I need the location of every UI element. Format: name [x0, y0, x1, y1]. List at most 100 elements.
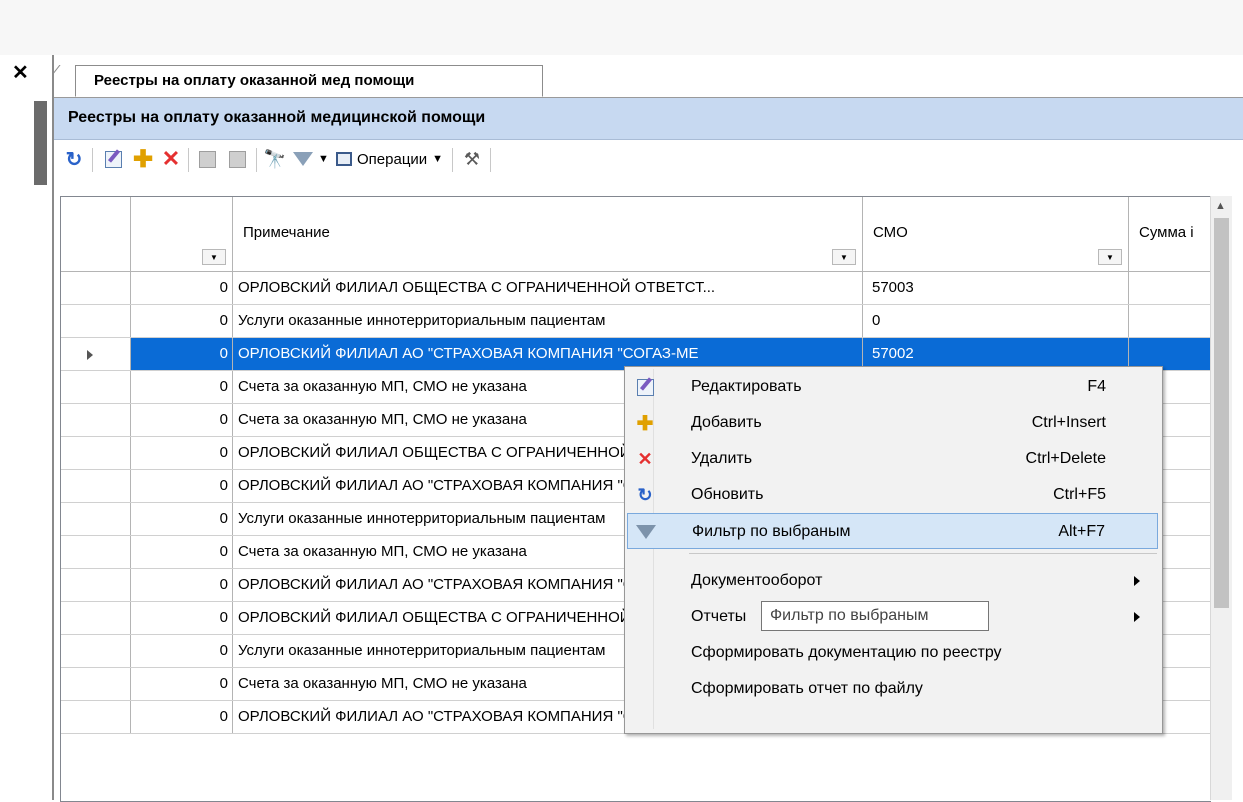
cell-number[interactable]: 0	[131, 437, 233, 469]
row-indicator[interactable]	[61, 272, 131, 304]
menu-item-shortcut: F4	[1087, 378, 1106, 395]
row-indicator[interactable]	[61, 470, 131, 502]
row-indicator[interactable]	[61, 305, 131, 337]
row-indicator[interactable]	[61, 503, 131, 535]
add-icon[interactable]: ✚	[132, 146, 154, 173]
menu-item-filter-selected[interactable]: Фильтр по выбраным Alt+F7	[627, 513, 1158, 549]
column-header-number[interactable]: ▼	[131, 197, 233, 271]
cell-number[interactable]: 0	[131, 305, 233, 337]
operations-label: Операции	[357, 150, 428, 168]
submenu-arrow-icon	[1134, 576, 1140, 586]
tab-edge	[54, 65, 78, 97]
column-header-label: Сумма і	[1139, 224, 1194, 241]
refresh-icon[interactable]: ↻	[64, 148, 84, 171]
row-indicator[interactable]	[61, 602, 131, 634]
column-filter-dropdown[interactable]: ▼	[832, 249, 856, 265]
menu-item-refresh[interactable]: ↻ Обновить Ctrl+F5	[627, 477, 1158, 513]
row-indicator[interactable]	[61, 371, 131, 403]
column-filter-dropdown[interactable]: ▼	[1098, 249, 1122, 265]
scrollbar-thumb[interactable]	[1214, 218, 1229, 608]
close-icon[interactable]: ✕	[12, 63, 29, 83]
row-indicator[interactable]	[61, 437, 131, 469]
left-dock-strip: ✕	[0, 55, 47, 800]
cell-note[interactable]: Услуги оказанные иннотерриториальным пац…	[233, 305, 863, 337]
dock-splitter[interactable]	[34, 101, 47, 185]
cell-number[interactable]: 0	[131, 635, 233, 667]
edit-icon[interactable]	[102, 148, 124, 170]
column-header-note[interactable]: Примечание ▼	[233, 197, 863, 271]
menu-item-generate-documentation[interactable]: Сформировать документацию по реестру	[627, 635, 1158, 671]
menu-item-generate-file-report[interactable]: Сформировать отчет по файлу	[627, 671, 1158, 707]
menu-item-shortcut: Ctrl+Insert	[1031, 414, 1106, 431]
column-header-indicator	[61, 197, 131, 271]
menu-item-delete[interactable]: ✕ Удалить Ctrl+Delete	[627, 441, 1158, 477]
cell-number[interactable]: 0	[131, 272, 233, 304]
menu-item-label: Добавить	[691, 414, 762, 431]
cell-number[interactable]: 0	[131, 338, 233, 370]
grid-header: ▼ Примечание ▼ СМО ▼ Сумма і	[61, 197, 1211, 272]
cell-sum[interactable]	[1129, 305, 1211, 337]
row-indicator[interactable]	[61, 338, 131, 370]
tab-label: Реестры на оплату оказанной мед помощи	[94, 72, 415, 89]
menu-item-edit[interactable]: Редактировать F4	[627, 369, 1158, 405]
cell-number[interactable]: 0	[131, 503, 233, 535]
row-indicator[interactable]	[61, 404, 131, 436]
row-indicator[interactable]	[61, 536, 131, 568]
menu-item-shortcut: Ctrl+Delete	[1025, 450, 1106, 467]
row-indicator[interactable]	[61, 569, 131, 601]
cell-number[interactable]: 0	[131, 536, 233, 568]
cell-sum[interactable]	[1129, 272, 1211, 304]
menu-item-label: Удалить	[691, 450, 753, 467]
column-header-sum[interactable]: Сумма і	[1129, 197, 1211, 271]
cell-number[interactable]: 0	[131, 569, 233, 601]
row-indicator[interactable]	[61, 668, 131, 700]
submenu-arrow-icon	[1134, 612, 1140, 622]
cell-number[interactable]: 0	[131, 602, 233, 634]
operations-dropdown-button[interactable]: Операции ▼	[336, 148, 446, 170]
find-icon[interactable]: 🔭	[264, 148, 286, 170]
menu-item-add[interactable]: ✚ Добавить Ctrl+Insert	[627, 405, 1158, 441]
tab-strip: Реестры на оплату оказанной мед помощи	[54, 55, 1243, 98]
add-icon: ✚	[636, 412, 654, 435]
menu-separator	[689, 553, 1157, 554]
tab-registries[interactable]: Реестры на оплату оказанной мед помощи	[75, 65, 543, 97]
cell-note[interactable]: ОРЛОВСКИЙ ФИЛИАЛ ОБЩЕСТВА С ОГРАНИЧЕННОЙ…	[233, 272, 863, 304]
edit-icon	[635, 377, 655, 397]
cell-number[interactable]: 0	[131, 371, 233, 403]
cell-smo[interactable]: 57003	[863, 272, 1129, 304]
cell-number[interactable]: 0	[131, 470, 233, 502]
delete-icon: ✕	[637, 448, 653, 469]
menu-item-shortcut: Ctrl+F5	[1053, 486, 1106, 503]
column-header-label: СМО	[873, 224, 908, 241]
toolbar-separator	[256, 148, 257, 172]
cell-number[interactable]: 0	[131, 668, 233, 700]
scroll-up-icon[interactable]: ▲	[1215, 200, 1226, 212]
filter-icon	[293, 152, 314, 166]
page-title: Реестры на оплату оказанной медицинской …	[68, 109, 486, 126]
filter-dropdown-button[interactable]: ▼	[292, 148, 330, 170]
row-indicator[interactable]	[61, 635, 131, 667]
tools-icon[interactable]: ⚒	[460, 148, 484, 170]
table-row[interactable]: 0 ОРЛОВСКИЙ ФИЛИАЛ ОБЩЕСТВА С ОГРАНИЧЕННО…	[61, 272, 1211, 305]
menu-item-label: Редактировать	[691, 378, 802, 395]
menu-item-document-flow[interactable]: Документооборот	[627, 563, 1158, 599]
toolbar-separator	[92, 148, 93, 172]
top-blank-area	[0, 0, 1243, 55]
cell-number[interactable]: 0	[131, 701, 233, 733]
table-row[interactable]: 0 Услуги оказанные иннотерриториальным па…	[61, 305, 1211, 338]
row-indicator[interactable]	[61, 701, 131, 733]
column-filter-dropdown[interactable]: ▼	[202, 249, 226, 265]
menu-item-label: Фильтр по выбраным	[692, 523, 851, 540]
save-all-icon[interactable]	[226, 148, 248, 170]
vertical-scrollbar[interactable]: ▲	[1210, 196, 1232, 800]
delete-icon[interactable]: ✕	[160, 146, 182, 171]
refresh-icon: ↻	[637, 484, 653, 505]
save-icon[interactable]	[196, 148, 218, 170]
operations-icon	[336, 152, 352, 166]
cell-number[interactable]: 0	[131, 404, 233, 436]
toolbar-separator	[188, 148, 189, 172]
column-header-label: Примечание	[243, 224, 330, 241]
cell-smo[interactable]: 0	[863, 305, 1129, 337]
menu-item-label: Сформировать отчет по файлу	[691, 680, 923, 697]
column-header-smo[interactable]: СМО ▼	[863, 197, 1129, 271]
